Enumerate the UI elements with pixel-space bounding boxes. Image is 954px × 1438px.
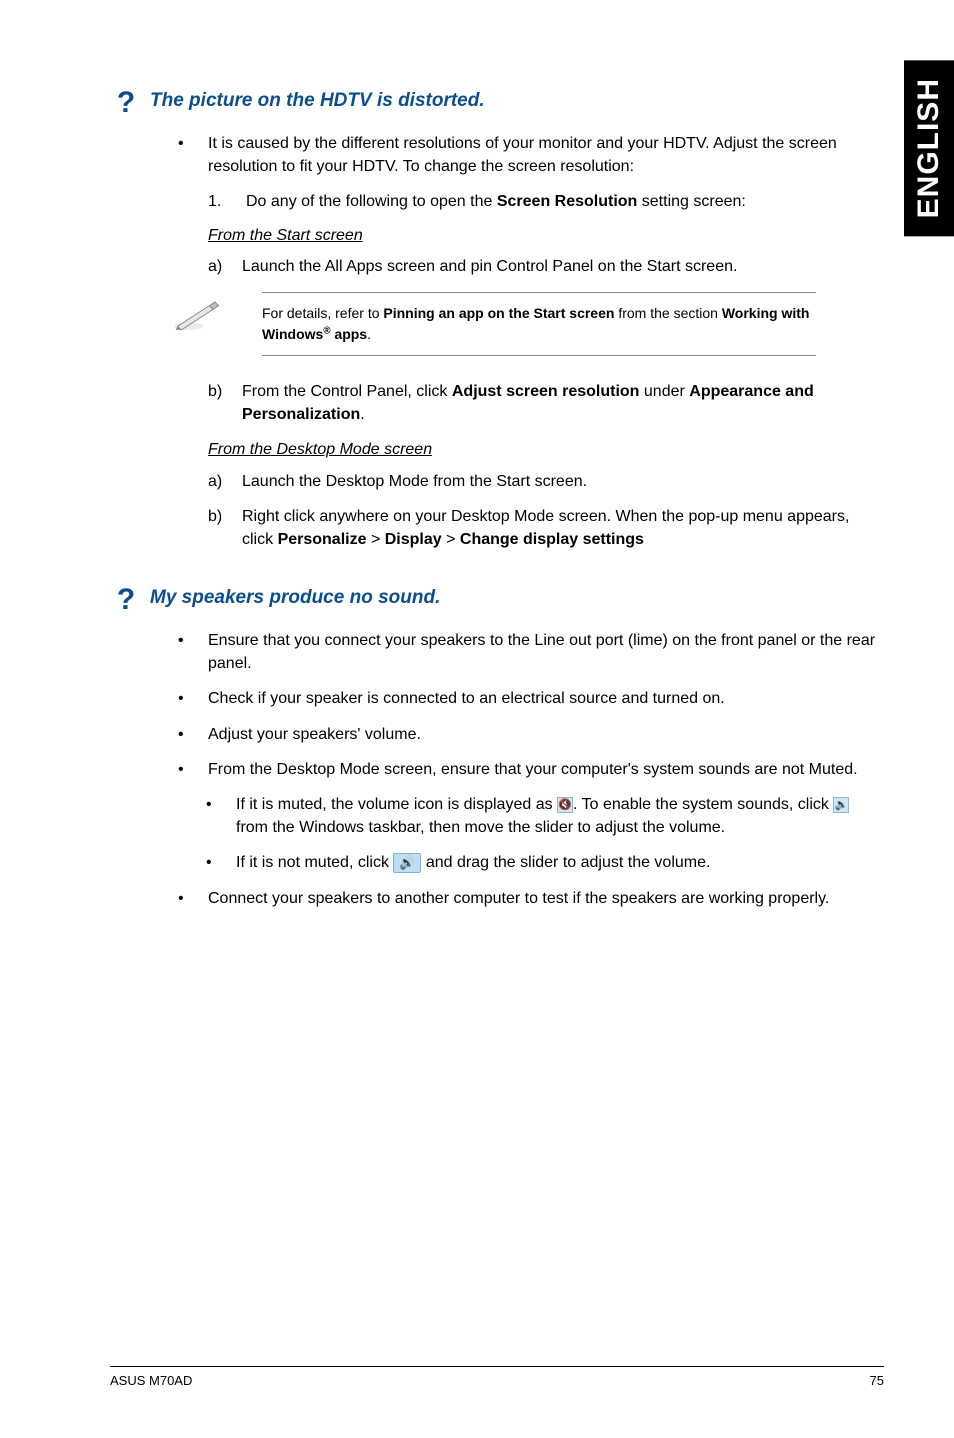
faq-text: It is caused by the different resolution…	[208, 132, 884, 178]
list-alpha: a)	[208, 470, 242, 493]
volume-low-icon: 🔈	[833, 797, 849, 813]
bullet-icon: •	[172, 887, 208, 910]
list-alpha: b)	[208, 380, 242, 426]
faq-text: Launch the All Apps screen and pin Contr…	[242, 255, 884, 278]
bullet-icon: •	[172, 132, 208, 178]
bullet-icon: •	[172, 758, 208, 781]
faq-text: From the Control Panel, click Adjust scr…	[242, 380, 884, 426]
question-mark-icon: ?	[110, 585, 142, 615]
faq-text: Connect your speakers to another compute…	[208, 887, 884, 910]
page-footer: ASUS M70AD 75	[110, 1366, 884, 1388]
bullet-icon: •	[206, 793, 236, 839]
list-alpha: b)	[208, 505, 242, 551]
section-subheading: From the Start screen	[208, 224, 884, 247]
faq-text: Launch the Desktop Mode from the Start s…	[242, 470, 884, 493]
faq-text: Ensure that you connect your speakers to…	[208, 629, 884, 675]
section-subheading: From the Desktop Mode screen	[208, 438, 884, 461]
faq-text: Do any of the following to open the Scre…	[246, 190, 884, 213]
note-pen-icon	[172, 292, 262, 337]
faq-text: Adjust your speakers' volume.	[208, 723, 884, 746]
volume-muted-icon: 🔇	[557, 797, 573, 813]
faq-block-hdtv: ? The picture on the HDTV is distorted. …	[110, 90, 884, 551]
question-mark-icon: ?	[110, 88, 142, 118]
bullet-icon: •	[172, 687, 208, 710]
faq-title: The picture on the HDTV is distorted.	[150, 90, 485, 112]
faq-text: Check if your speaker is connected to an…	[208, 687, 884, 710]
bullet-icon: •	[172, 629, 208, 675]
faq-text: If it is muted, the volume icon is displ…	[236, 793, 884, 839]
page-content: ? The picture on the HDTV is distorted. …	[0, 0, 954, 910]
note-text: For details, refer to Pinning an app on …	[262, 292, 816, 356]
list-alpha: a)	[208, 255, 242, 278]
list-number: 1.	[208, 190, 246, 213]
faq-text: From the Desktop Mode screen, ensure tha…	[208, 758, 884, 781]
footer-model: ASUS M70AD	[110, 1373, 192, 1388]
bullet-icon: •	[206, 851, 236, 874]
faq-text: Right click anywhere on your Desktop Mod…	[242, 505, 884, 551]
faq-title: My speakers produce no sound.	[150, 587, 440, 609]
volume-icon: 🔊	[393, 853, 421, 873]
language-tab: ENGLISH	[904, 60, 954, 236]
faq-text: If it is not muted, click 🔊 and drag the…	[236, 851, 884, 874]
faq-block-speakers: ? My speakers produce no sound. • Ensure…	[110, 587, 884, 910]
footer-page-number: 75	[870, 1373, 884, 1388]
bullet-icon: •	[172, 723, 208, 746]
